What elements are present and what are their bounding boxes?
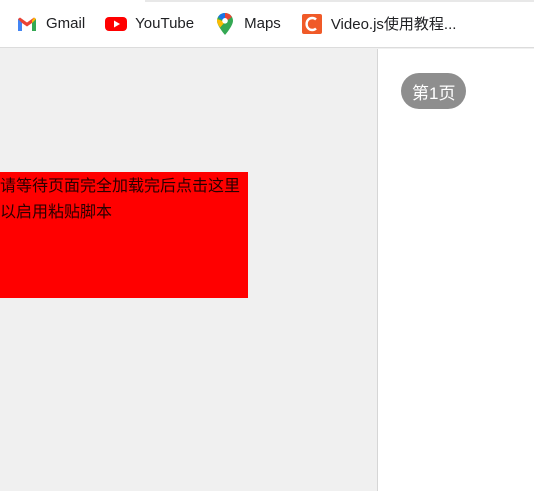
youtube-icon (105, 13, 128, 35)
bookmarks-bar: Gmail YouTube Maps Video.js使用教程... (0, 0, 534, 48)
gmail-icon (16, 13, 38, 35)
bookmark-label: YouTube (135, 15, 195, 32)
main-content-area: 请等待页面完全加载完后点击这里以启用粘贴脚本 (0, 49, 377, 491)
bookmark-videojs-tutorial[interactable]: Video.js使用教程... (301, 8, 457, 40)
bookmark-maps[interactable]: Maps (214, 8, 281, 40)
side-panel: 第1页 (377, 49, 534, 491)
page-number-badge[interactable]: 第1页 (401, 73, 467, 109)
bookmark-youtube[interactable]: YouTube (105, 8, 194, 40)
bookmark-label: Video.js使用教程... (330, 16, 457, 33)
bookmark-label: Gmail (46, 15, 86, 32)
maps-icon (214, 12, 236, 35)
bookmark-label: Maps (244, 15, 281, 32)
bookmark-gmail[interactable]: Gmail (16, 8, 85, 40)
enable-paste-script-button[interactable]: 请等待页面完全加载完后点击这里以启用粘贴脚本 (0, 172, 248, 298)
c-site-icon (301, 13, 323, 35)
